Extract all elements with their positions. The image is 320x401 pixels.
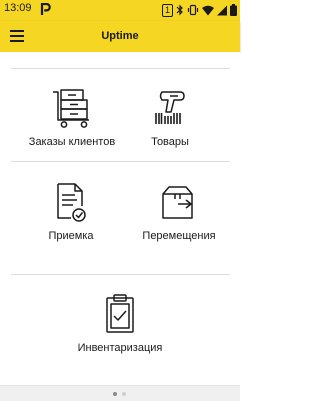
app-bar: Uptime	[0, 21, 240, 52]
page-dot[interactable]	[122, 392, 126, 396]
tile-receiving[interactable]: Приемка	[26, 180, 116, 242]
signal-icon	[217, 5, 227, 15]
barcode-scanner-icon	[155, 91, 185, 124]
clipboard-check-icon	[106, 294, 134, 333]
p-letter-icon	[40, 3, 51, 15]
vibrate-icon	[187, 4, 199, 16]
tile-inventory[interactable]: Инвентаризация	[60, 292, 180, 354]
tile-goods[interactable]: Товары	[130, 86, 210, 148]
cart-with-boxes-icon	[53, 89, 89, 128]
divider-row-1	[11, 161, 230, 162]
status-icons: 1	[161, 2, 237, 18]
tile-customer-orders[interactable]: Заказы клиентов	[16, 86, 128, 148]
tile-transfers[interactable]: Перемещения	[124, 180, 234, 242]
battery-icon	[230, 4, 237, 16]
sim-badge: 1	[161, 3, 173, 17]
status-bar: 13:09 1	[0, 0, 240, 21]
divider-top	[11, 68, 230, 69]
status-time: 13:09	[4, 2, 32, 14]
tile-label: Приемка	[48, 230, 94, 242]
page-dot-active[interactable]	[113, 392, 117, 396]
tile-label: Перемещения	[142, 230, 216, 242]
main-menu-grid: Заказы клиентов Товары Приемка Перемещен…	[0, 52, 240, 385]
tile-label: Инвентаризация	[77, 342, 163, 354]
app-title: Uptime	[101, 30, 139, 42]
box-transfer-icon	[162, 186, 193, 219]
tile-label: Товары	[151, 136, 189, 148]
document-check-icon	[57, 183, 86, 222]
bluetooth-icon	[176, 4, 183, 16]
wifi-icon	[202, 5, 214, 15]
page-indicator-bar	[0, 385, 240, 401]
tile-label: Заказы клиентов	[28, 136, 116, 148]
divider-row-2	[11, 274, 230, 275]
